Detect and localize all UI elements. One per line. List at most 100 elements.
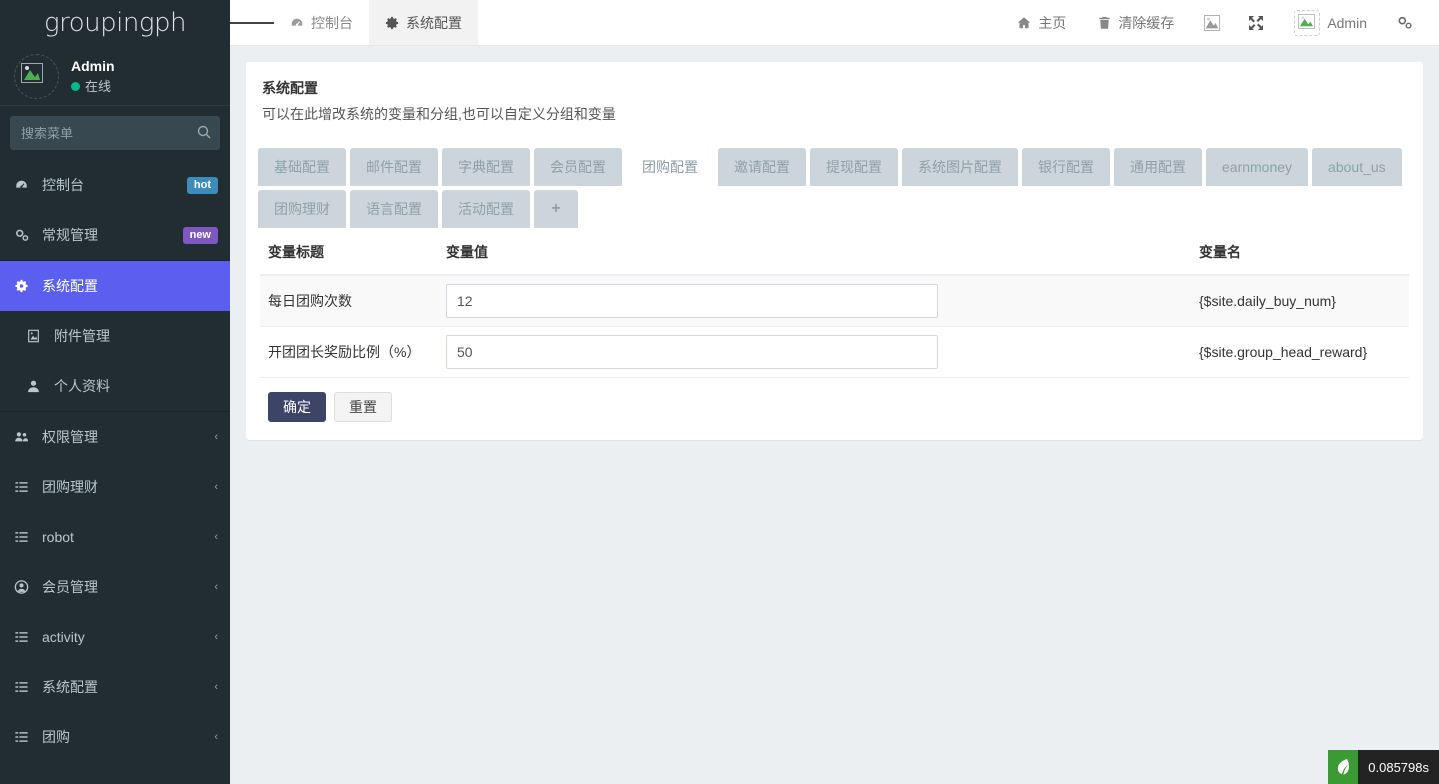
menu-toggle-button[interactable]	[230, 0, 274, 45]
page-title: 系统配置	[262, 78, 1407, 98]
dashboard-icon	[290, 16, 304, 30]
submit-button[interactable]: 确定	[268, 392, 326, 422]
brand-logo[interactable]: groupingph	[0, 0, 230, 46]
config-tabs: 基础配置邮件配置字典配置会员配置团购配置邀请配置提现配置系统图片配置银行配置通用…	[246, 138, 1423, 228]
trace-widget[interactable]: 0.085798s	[1328, 750, 1439, 784]
form-actions: 确定 重置	[260, 378, 1409, 426]
config-tab-10[interactable]: 通用配置	[1114, 148, 1202, 186]
config-tab-3[interactable]: 字典配置	[442, 148, 530, 186]
column-header-title: 变量标题	[260, 228, 438, 275]
chevron-left-icon: ‹	[214, 581, 218, 593]
user-status: 在线	[71, 78, 115, 96]
list-icon	[14, 630, 36, 644]
chevron-left-icon: ‹	[214, 681, 218, 693]
sidebar-item-6[interactable]: 权限管理‹	[0, 412, 230, 462]
chevron-left-icon: ‹	[214, 631, 218, 643]
search-box[interactable]	[10, 116, 220, 150]
chevron-left-icon: ‹	[214, 481, 218, 493]
fullscreen-button[interactable]	[1236, 0, 1276, 46]
trash-icon	[1098, 16, 1111, 30]
hamburger-icon-line	[245, 22, 260, 24]
language-button[interactable]	[1192, 0, 1232, 46]
user-menu-button[interactable]: Admin	[1280, 0, 1381, 46]
list-icon	[14, 680, 36, 694]
nav-tab-system-config-label: 系统配置	[406, 13, 462, 33]
file-image-icon	[26, 329, 41, 343]
config-tab-13[interactable]: 团购理财	[258, 190, 346, 228]
reset-button[interactable]: 重置	[334, 392, 392, 422]
sidebar-item-1[interactable]: 控制台hot	[0, 160, 230, 210]
variable-title-cell: 每日团购次数	[260, 275, 438, 327]
nav-tab-console-label: 控制台	[311, 13, 353, 33]
content-area: 系统配置 可以在此增改系统的变量和分组,也可以自定义分组和变量 基础配置邮件配置…	[230, 46, 1439, 784]
config-tab-11[interactable]: earnmoney	[1206, 148, 1308, 186]
sidebar-item-label: 附件管理	[54, 326, 218, 346]
config-tab-2[interactable]: 邮件配置	[350, 148, 438, 186]
list-icon	[14, 480, 36, 494]
hamburger-icon-line	[259, 22, 274, 24]
table-body: 每日团购次数{$site.daily_buy_num}开团团长奖励比例（%）{$…	[260, 275, 1409, 378]
file-image-icon	[26, 329, 48, 343]
settings-button[interactable]	[1385, 0, 1425, 46]
thinkphp-leaf-icon	[1328, 750, 1358, 784]
search-input[interactable]	[21, 126, 197, 141]
sidebar-item-label: 系统配置	[42, 677, 214, 697]
config-tab-7[interactable]: 提现配置	[810, 148, 898, 186]
sidebar-item-12[interactable]: 团购‹	[0, 712, 230, 762]
config-tab-4[interactable]: 会员配置	[534, 148, 622, 186]
card-header: 系统配置 可以在此增改系统的变量和分组,也可以自定义分组和变量	[246, 62, 1423, 130]
sidebar-search	[0, 106, 230, 160]
user-info: Admin 在线	[71, 57, 115, 95]
add-tab-button[interactable]: +	[534, 190, 578, 228]
config-tab-1[interactable]: 基础配置	[258, 148, 346, 186]
list-icon	[14, 630, 29, 644]
main-area: 控制台 系统配置 主页 清除缓存	[230, 0, 1439, 784]
sidebar-item-5[interactable]: 个人资料	[0, 361, 230, 411]
home-button[interactable]: 主页	[1003, 0, 1080, 46]
sidebar-item-4[interactable]: 附件管理	[0, 311, 230, 361]
nav-tab-console[interactable]: 控制台	[274, 0, 369, 45]
users-icon	[14, 430, 29, 444]
gear-icon	[385, 16, 399, 30]
sidebar-item-label: 个人资料	[54, 376, 218, 396]
cogs-icon	[1397, 15, 1413, 30]
config-tab-15[interactable]: 活动配置	[442, 190, 530, 228]
gear-icon	[14, 279, 29, 293]
search-icon[interactable]	[197, 125, 211, 142]
sidebar-item-9[interactable]: 会员管理‹	[0, 562, 230, 612]
config-tab-12[interactable]: about_us	[1312, 148, 1402, 186]
variable-title-cell: 开团团长奖励比例（%）	[260, 327, 438, 378]
sidebar-item-3[interactable]: 系统配置	[0, 261, 230, 311]
list-icon	[14, 680, 29, 694]
sidebar-item-label: robot	[42, 529, 214, 545]
config-tab-5[interactable]: 团购配置	[626, 148, 714, 186]
card-body: 变量标题 变量值 变量名 每日团购次数{$site.daily_buy_num}…	[246, 228, 1423, 426]
sidebar: groupingph Admin 在线 控制台hot常规管理new系统配置附件管…	[0, 0, 230, 784]
column-header-name: 变量名	[1191, 228, 1409, 275]
variable-value-input[interactable]	[446, 335, 938, 369]
sidebar-item-10[interactable]: activity‹	[0, 612, 230, 662]
sidebar-item-7[interactable]: 团购理财‹	[0, 462, 230, 512]
config-tab-6[interactable]: 邀请配置	[718, 148, 806, 186]
list-icon	[14, 730, 36, 744]
page-subtitle: 可以在此增改系统的变量和分组,也可以自定义分组和变量	[262, 104, 1407, 124]
user-icon	[26, 379, 41, 393]
config-tab-14[interactable]: 语言配置	[350, 190, 438, 228]
home-label: 主页	[1038, 13, 1066, 33]
brand-text: groupingph	[44, 8, 186, 38]
sidebar-item-11[interactable]: 系统配置‹	[0, 662, 230, 712]
variable-value-input[interactable]	[446, 284, 938, 318]
nav-tab-system-config[interactable]: 系统配置	[369, 0, 478, 45]
clear-cache-button[interactable]: 清除缓存	[1084, 0, 1188, 46]
user-status-label: 在线	[85, 78, 111, 96]
sidebar-item-label: 会员管理	[42, 577, 214, 597]
topbar: 控制台 系统配置 主页 清除缓存	[230, 0, 1439, 46]
config-tab-8[interactable]: 系统图片配置	[902, 148, 1018, 186]
clear-cache-label: 清除缓存	[1118, 13, 1174, 33]
sidebar-item-8[interactable]: robot‹	[0, 512, 230, 562]
avatar[interactable]	[14, 54, 59, 99]
sidebar-item-2[interactable]: 常规管理new	[0, 210, 230, 260]
topbar-right: 主页 清除缓存	[1003, 0, 1439, 45]
chevron-left-icon: ‹	[214, 531, 218, 543]
config-tab-9[interactable]: 银行配置	[1022, 148, 1110, 186]
